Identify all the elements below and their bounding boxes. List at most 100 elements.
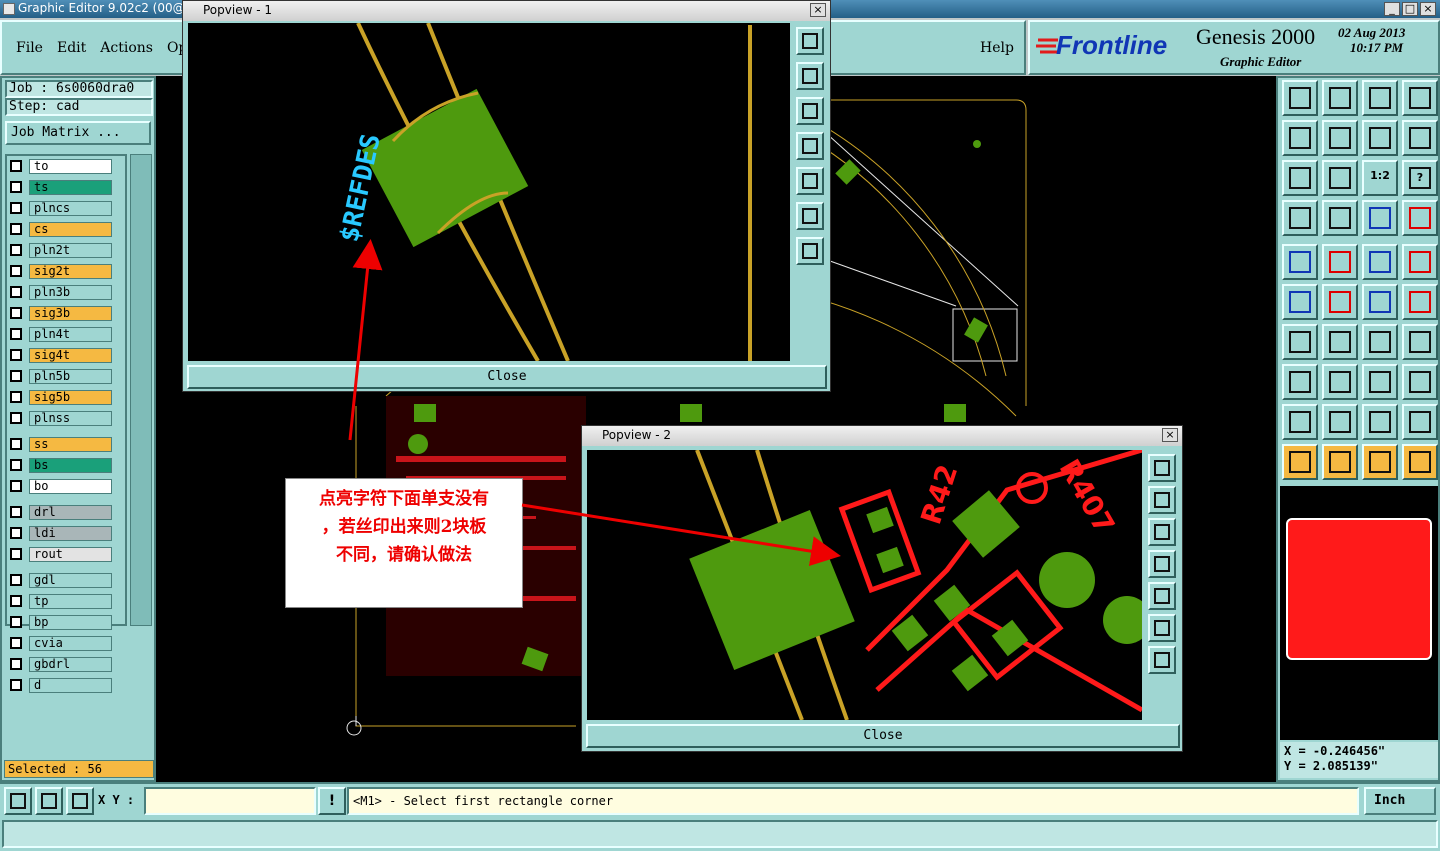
- zoom-box-button[interactable]: [4, 787, 32, 815]
- pv2-fit-icon[interactable]: [1148, 614, 1176, 642]
- ruler-icon[interactable]: [1362, 244, 1398, 280]
- layer-row[interactable]: cs: [7, 221, 125, 237]
- pointer-sel-icon[interactable]: [1322, 444, 1358, 480]
- menu-actions[interactable]: Actions: [100, 40, 153, 73]
- tools-icon[interactable]: [1282, 200, 1318, 236]
- pv2-center-icon[interactable]: [1148, 646, 1176, 674]
- line-icon[interactable]: [1322, 324, 1358, 360]
- layer-row[interactable]: sig4t: [7, 347, 125, 363]
- layer-row[interactable]: sig5b: [7, 389, 125, 405]
- menu-edit[interactable]: Edit: [57, 40, 86, 73]
- point-icon[interactable]: [1282, 244, 1318, 280]
- layer-checkbox[interactable]: [10, 349, 22, 361]
- layer-row[interactable]: cvia: [7, 635, 125, 651]
- layer-checkbox[interactable]: [10, 548, 22, 560]
- pv1-fit-icon[interactable]: [796, 202, 824, 230]
- layer-row[interactable]: bo: [7, 478, 125, 494]
- layer-row[interactable]: bs: [7, 457, 125, 473]
- wire-icon[interactable]: [1322, 364, 1358, 400]
- menu-file[interactable]: File: [16, 40, 43, 73]
- layer-checkbox[interactable]: [10, 307, 22, 319]
- layer-checkbox[interactable]: [10, 244, 22, 256]
- layer-row[interactable]: pln3b: [7, 284, 125, 300]
- swap-icon[interactable]: [1362, 120, 1398, 156]
- layer-checkbox[interactable]: [10, 223, 22, 235]
- layer-row[interactable]: ss: [7, 436, 125, 452]
- layer-checkbox[interactable]: [10, 527, 22, 539]
- layer-row[interactable]: pln5b: [7, 368, 125, 384]
- layer-checkbox[interactable]: [10, 637, 22, 649]
- angle-icon[interactable]: [1282, 324, 1318, 360]
- layer-row[interactable]: pln4t: [7, 326, 125, 342]
- route-icon[interactable]: [1282, 284, 1318, 320]
- net-a-icon[interactable]: [1362, 200, 1398, 236]
- popview-2-close-icon[interactable]: ×: [1162, 428, 1178, 442]
- layer-row[interactable]: plncs: [7, 200, 125, 216]
- layer-checkbox[interactable]: [10, 202, 22, 214]
- layer-checkbox[interactable]: [10, 480, 22, 492]
- layer-checkbox[interactable]: [10, 412, 22, 424]
- A-fill-icon[interactable]: [1362, 404, 1398, 440]
- fit-icon[interactable]: [1282, 160, 1318, 196]
- copper-icon[interactable]: [1402, 364, 1438, 400]
- popview-1-close-icon[interactable]: ×: [810, 3, 826, 17]
- center-icon[interactable]: [1322, 160, 1358, 196]
- A-shape-icon[interactable]: [1322, 404, 1358, 440]
- cross-icon[interactable]: [1322, 284, 1358, 320]
- layer-checkbox[interactable]: [10, 506, 22, 518]
- layer-row[interactable]: gbdrl: [7, 656, 125, 672]
- seg-icon[interactable]: [1282, 364, 1318, 400]
- house-icon[interactable]: [1362, 80, 1398, 116]
- layer-checkbox[interactable]: [10, 616, 22, 628]
- layer-row[interactable]: sig3b: [7, 305, 125, 321]
- A-line-icon[interactable]: [1402, 404, 1438, 440]
- maximize-button[interactable]: □: [1402, 2, 1418, 16]
- down-icon[interactable]: [1322, 80, 1358, 116]
- pv2-down-icon[interactable]: [1148, 518, 1176, 546]
- pv1-zoom-icon[interactable]: [796, 27, 824, 55]
- xy-input[interactable]: [144, 787, 316, 815]
- net-b-icon[interactable]: [1402, 200, 1438, 236]
- popview-1-close-button[interactable]: Close: [187, 365, 827, 389]
- layer-scrollbar[interactable]: [130, 154, 152, 626]
- tri-icon[interactable]: [1282, 404, 1318, 440]
- right-icon[interactable]: [1322, 120, 1358, 156]
- minimize-button[interactable]: _: [1384, 2, 1400, 16]
- popview-2-close-button[interactable]: Close: [586, 724, 1180, 748]
- layer-checkbox[interactable]: [10, 391, 22, 403]
- layer-row[interactable]: plnss: [7, 410, 125, 426]
- left-icon[interactable]: [1282, 120, 1318, 156]
- layer-checkbox[interactable]: [10, 160, 22, 172]
- layer-row[interactable]: ldi: [7, 525, 125, 541]
- layer-checkbox[interactable]: [10, 370, 22, 382]
- layer-row[interactable]: d: [7, 677, 125, 693]
- layer-checkbox[interactable]: [10, 438, 22, 450]
- alert-button[interactable]: !: [318, 787, 346, 815]
- home-icon[interactable]: [1282, 80, 1318, 116]
- close-app-button[interactable]: ×: [1420, 2, 1436, 16]
- pv1-left-icon[interactable]: [796, 132, 824, 160]
- layer-row[interactable]: sig2t: [7, 263, 125, 279]
- layer-row[interactable]: to: [7, 158, 125, 174]
- pointer-icon[interactable]: [1282, 444, 1318, 480]
- pv2-left-icon[interactable]: [1148, 550, 1176, 578]
- measure-button[interactable]: [35, 787, 63, 815]
- layer-row[interactable]: drl: [7, 504, 125, 520]
- poly-icon[interactable]: [1322, 244, 1358, 280]
- meas-icon[interactable]: [1362, 364, 1398, 400]
- pv1-down-icon[interactable]: [796, 97, 824, 125]
- layer-row[interactable]: gdl: [7, 572, 125, 588]
- pv2-right-icon[interactable]: [1148, 582, 1176, 610]
- job-matrix-button[interactable]: Job Matrix ...: [5, 121, 151, 145]
- layer-checkbox[interactable]: [10, 459, 22, 471]
- pv1-right-icon[interactable]: [796, 167, 824, 195]
- popview-1-canvas[interactable]: $REFDES: [188, 23, 790, 361]
- via-blue-icon[interactable]: [1402, 284, 1438, 320]
- layer-checkbox[interactable]: [10, 658, 22, 670]
- help-icon[interactable]: ?: [1402, 160, 1438, 196]
- units-select[interactable]: Inch: [1364, 787, 1436, 815]
- layer-checkbox[interactable]: [10, 265, 22, 277]
- layer-checkbox[interactable]: [10, 286, 22, 298]
- pv2-up-icon[interactable]: [1148, 486, 1176, 514]
- pv1-up-icon[interactable]: [796, 62, 824, 90]
